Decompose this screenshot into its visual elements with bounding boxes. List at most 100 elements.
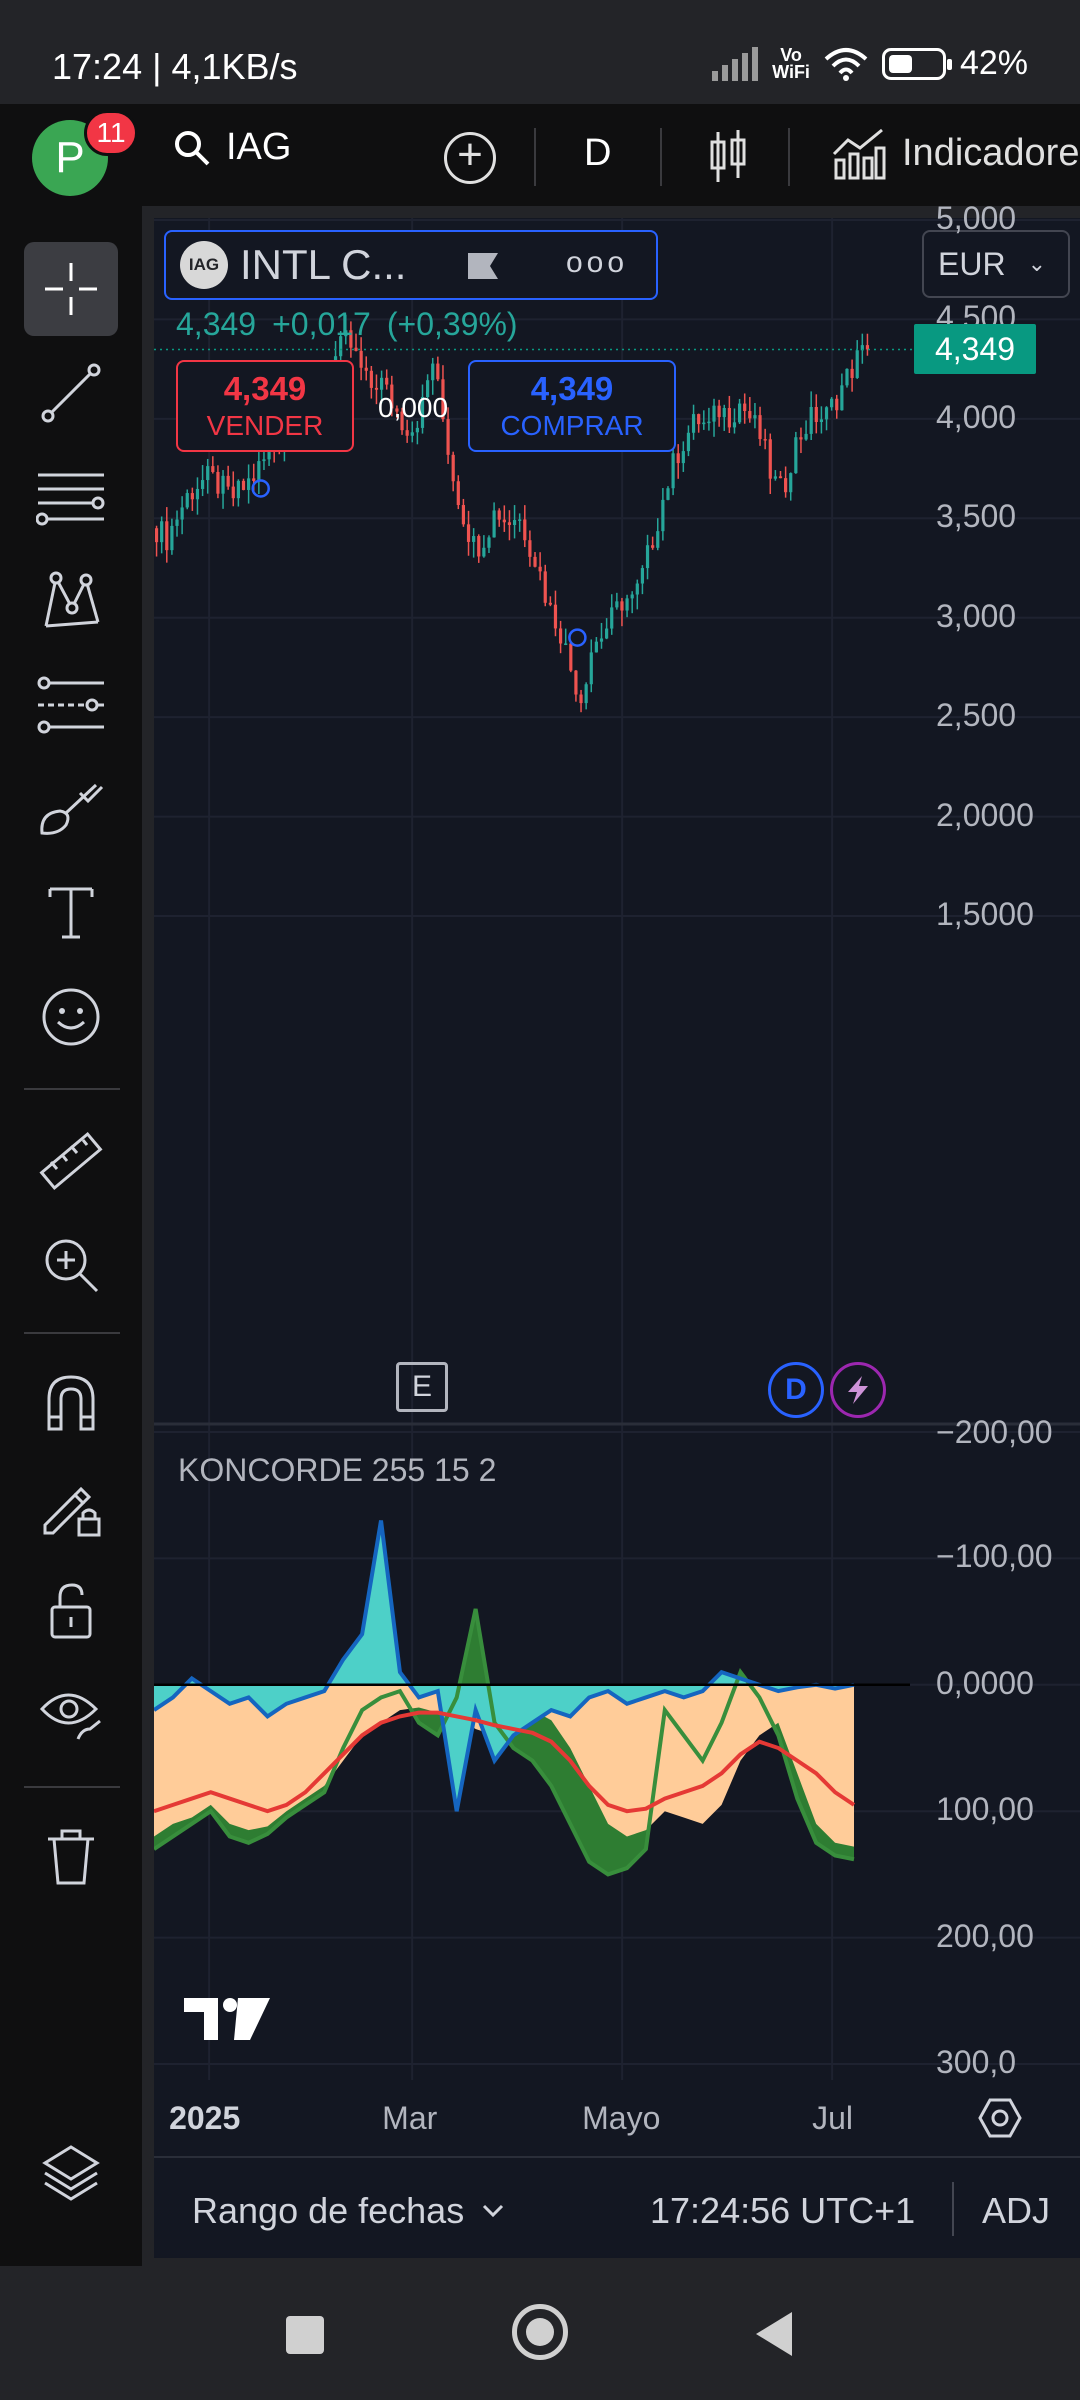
sell-button[interactable]: 4,349 VENDER xyxy=(176,360,354,452)
oscillator-title[interactable]: KONCORDE 255 15 2 xyxy=(178,1452,496,1489)
flag-icon[interactable] xyxy=(466,251,500,281)
candle-body xyxy=(226,475,230,487)
vowifi-indicator: Vo WiFi xyxy=(772,44,810,82)
prediction-icon xyxy=(37,676,104,734)
emoji-icon xyxy=(42,988,100,1046)
candle-body xyxy=(543,571,547,603)
candle-body xyxy=(819,419,824,423)
candle-body xyxy=(645,545,650,569)
magnet-tool[interactable] xyxy=(24,1356,118,1450)
back-button[interactable] xyxy=(756,2312,792,2356)
lock-drawings-tool[interactable] xyxy=(24,1460,118,1554)
delete-tool[interactable] xyxy=(24,1810,118,1904)
candle-body xyxy=(257,461,261,481)
candle-body xyxy=(262,459,266,462)
price-axis-label: 3,000 xyxy=(936,597,1017,634)
emoji-tool[interactable] xyxy=(24,970,118,1064)
buy-price: 4,349 xyxy=(530,370,614,407)
text-tool[interactable] xyxy=(24,866,118,960)
chart-panel[interactable]: IAG INTL C... ooo EUR ⌄ 4,349 +0,017 (+0… xyxy=(154,200,1080,2258)
candle-body xyxy=(666,488,670,500)
eye-icon xyxy=(39,1693,101,1740)
candle-body xyxy=(778,476,783,479)
oscillator-axis-label: 0,0000 xyxy=(936,1664,1034,1701)
candle-body xyxy=(374,387,379,390)
candle-body xyxy=(748,411,752,419)
brush-tool[interactable] xyxy=(24,762,118,856)
home-button[interactable] xyxy=(512,2304,568,2360)
candle-body xyxy=(743,403,747,412)
candle-body xyxy=(589,652,593,685)
candle-body xyxy=(385,377,389,385)
dividends-badge[interactable]: D xyxy=(768,1362,824,1418)
divider xyxy=(24,1332,120,1334)
chevron-down-icon: ⌄ xyxy=(1027,251,1046,276)
earnings-badge[interactable]: E xyxy=(396,1362,448,1412)
price-change-pct: (+0,39%) xyxy=(386,306,518,342)
candle-body xyxy=(763,439,767,441)
recent-apps-button[interactable] xyxy=(286,2316,324,2354)
symbol-search-button[interactable]: IAG xyxy=(172,126,291,169)
candle-body xyxy=(840,385,844,411)
pattern-tool[interactable] xyxy=(24,554,118,648)
buy-button[interactable]: 4,349 COMPRAR xyxy=(468,360,676,452)
candle-body xyxy=(564,643,568,645)
buy-label: COMPRAR xyxy=(500,410,644,441)
candle-body xyxy=(845,368,849,386)
symbol-label: IAG xyxy=(226,126,292,168)
candle-body xyxy=(594,641,598,653)
trend-line-tool[interactable] xyxy=(24,346,118,440)
candle-body xyxy=(558,628,563,644)
lock-tool[interactable] xyxy=(24,1564,118,1658)
timezone-clock[interactable]: 17:24:56 UTC+1 xyxy=(650,2190,915,2232)
flash-badge[interactable] xyxy=(830,1362,886,1418)
settings-icon[interactable] xyxy=(978,2096,1022,2140)
quote-line: 4,349 +0,017 (+0,39%) xyxy=(176,306,518,343)
indicators-button[interactable]: Indicadores xyxy=(832,126,1080,180)
fib-retracement-tool[interactable] xyxy=(24,450,118,544)
candle-body xyxy=(784,478,788,493)
candle-body xyxy=(497,510,501,520)
candle-body xyxy=(211,466,215,472)
visibility-tool[interactable] xyxy=(24,1668,118,1762)
plus-circle-icon[interactable]: + xyxy=(444,132,496,184)
crosshair-tool[interactable] xyxy=(24,242,118,336)
more-options-button[interactable]: ooo xyxy=(566,246,628,280)
text-icon xyxy=(48,887,94,939)
layers-tool[interactable] xyxy=(24,2124,118,2218)
prediction-tool[interactable] xyxy=(24,658,118,752)
candle-body xyxy=(241,480,246,490)
candle-body xyxy=(584,684,588,704)
event-marker xyxy=(568,628,587,647)
candle-body xyxy=(364,367,368,371)
candle-body xyxy=(175,519,179,526)
candle-body xyxy=(512,520,517,525)
battery-icon xyxy=(881,47,952,80)
tradingview-logo xyxy=(184,1998,270,2040)
candle-body xyxy=(789,473,793,493)
candle-body xyxy=(436,363,440,380)
candle-body xyxy=(507,522,512,525)
candle-body xyxy=(548,602,552,605)
candle-body xyxy=(768,439,772,479)
bottom-bar: Rango de fechas 17:24:56 UTC+1 ADJ xyxy=(154,2156,1080,2258)
candle-body xyxy=(359,350,363,368)
time-label-mayo: Mayo xyxy=(582,2100,661,2136)
ruler-tool[interactable] xyxy=(24,1114,118,1208)
currency-label: EUR xyxy=(938,245,1006,282)
zoom-tool[interactable] xyxy=(24,1218,118,1312)
date-range-button[interactable]: Rango de fechas xyxy=(192,2190,504,2232)
candlestick-icon[interactable] xyxy=(708,128,748,186)
candle-body xyxy=(200,480,205,489)
candle-body xyxy=(165,521,169,551)
layers-icon xyxy=(42,2145,100,2201)
interval-button[interactable]: D xyxy=(584,132,611,175)
candle-body xyxy=(221,475,225,494)
system-nav-bar xyxy=(0,2270,1080,2400)
divider xyxy=(952,2182,954,2236)
adjustment-toggle[interactable]: ADJ xyxy=(982,2190,1050,2232)
price-axis-label: 4,000 xyxy=(936,398,1017,435)
currency-selector[interactable]: EUR ⌄ xyxy=(922,230,1070,298)
symbol-header[interactable]: IAG INTL C... ooo xyxy=(164,230,658,300)
drawing-toolbar xyxy=(0,206,142,2266)
